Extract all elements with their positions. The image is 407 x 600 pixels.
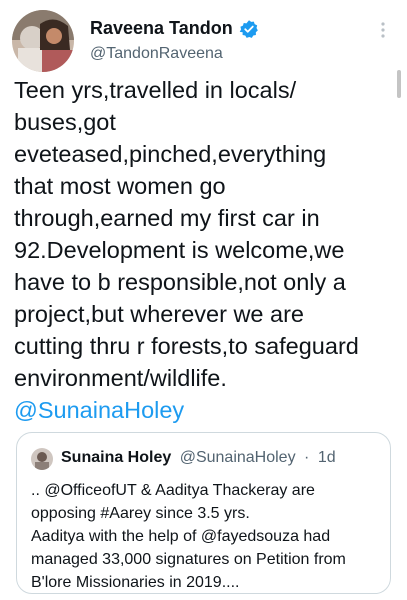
quoted-author-name[interactable]: Sunaina Holey (61, 449, 171, 466)
mention-link[interactable]: @SunainaHoley (14, 394, 394, 426)
tweet-line: that most women go (14, 173, 226, 199)
tweet-line: buses,got (14, 109, 116, 135)
scrollbar-thumb[interactable] (397, 70, 401, 98)
separator-dot: · (304, 449, 310, 466)
author-avatar[interactable] (12, 10, 74, 72)
tweet-line: through,earned my first car in (14, 205, 320, 231)
more-vertical-icon[interactable] (380, 20, 386, 40)
tweet-line: Teen yrs,travelled in locals/ (14, 77, 297, 103)
tweet-line: environment/wildlife. (14, 365, 227, 391)
quoted-tweet-text: .. @OfficeofUT & Aaditya Thackeray are o… (31, 479, 346, 594)
tweet-line: project,but wherever we are (14, 301, 304, 327)
avatar-photo (12, 10, 74, 72)
tweet-line: 92.Development is welcome,we (14, 237, 345, 263)
quoted-tweet-card[interactable]: Sunaina Holey @SunainaHoley · 1d .. @Off… (16, 432, 391, 594)
author-handle[interactable]: @TandonRaveena (90, 45, 223, 63)
tweet-text: Teen yrs,travelled in locals/ buses,got … (14, 74, 394, 426)
quoted-line: .. @OfficeofUT & Aaditya Thackeray are (31, 482, 315, 499)
tweet-line: eveteased,pinched,everything (14, 141, 327, 167)
tweet-line: have to b responsible,not only a (14, 269, 346, 295)
quoted-line: B'lore Missionaries in 2019.... (31, 574, 240, 591)
author-display-name[interactable]: Raveena Tandon (90, 18, 233, 39)
quoted-tweet-time[interactable]: 1d (318, 449, 336, 466)
tweet-line: cutting thru r forests,to safeguard (14, 333, 359, 359)
quoted-line: Aaditya with the help of @fayedsouza had (31, 528, 331, 545)
verified-badge-icon (239, 19, 259, 39)
quoted-line: managed 33,000 signatures on Petition fr… (31, 551, 346, 568)
quoted-author-avatar[interactable] (31, 448, 53, 470)
quoted-tweet-header: Sunaina Holey @SunainaHoley · 1d (61, 449, 336, 467)
author-name-row: Raveena Tandon (90, 18, 259, 39)
quoted-line: opposing #Aarey since 3.5 yrs. (31, 505, 250, 522)
quoted-author-handle[interactable]: @SunainaHoley (180, 449, 296, 466)
